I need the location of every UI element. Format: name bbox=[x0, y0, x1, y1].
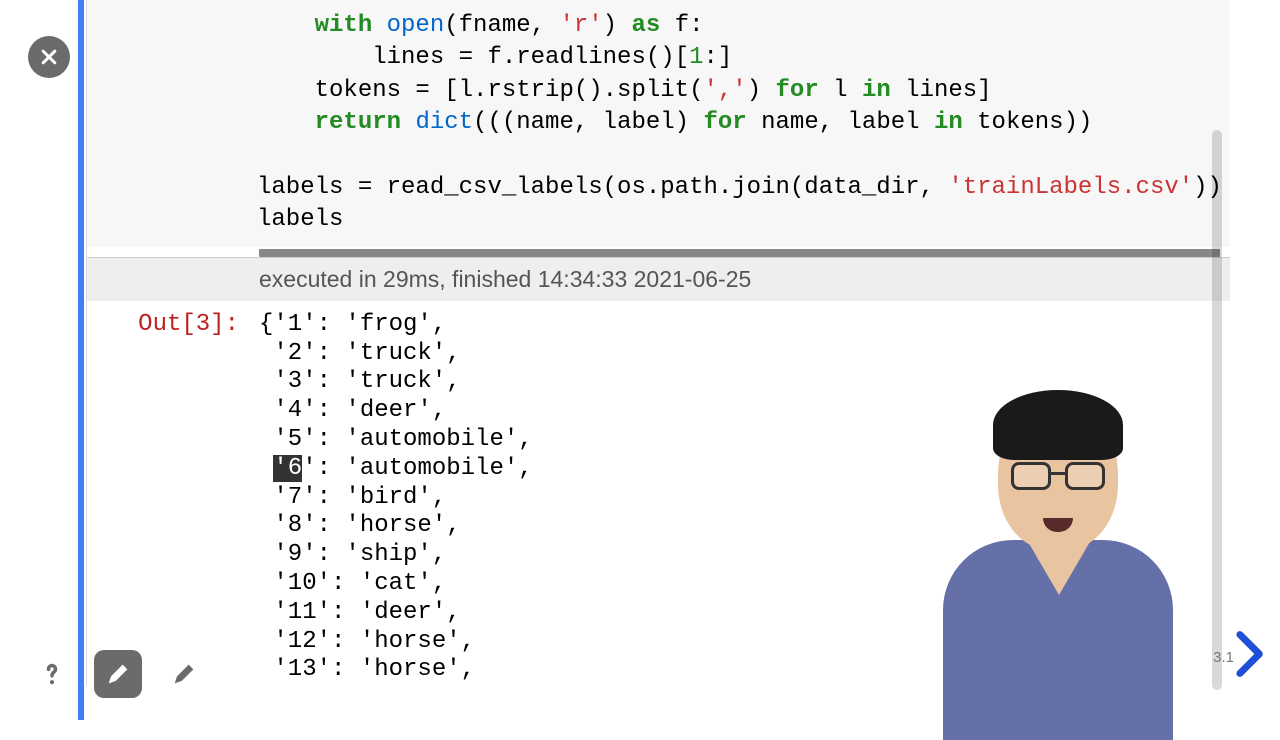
cell-selection-bar bbox=[78, 0, 84, 720]
question-icon bbox=[38, 660, 66, 688]
pencil-icon bbox=[104, 660, 132, 688]
close-button[interactable] bbox=[28, 36, 70, 78]
code-input[interactable]: with open(fname, 'r') as f: lines = f.re… bbox=[87, 0, 1230, 247]
edit-button[interactable] bbox=[94, 650, 142, 698]
chevron-right-icon bbox=[1234, 629, 1268, 679]
next-slide-button[interactable] bbox=[1234, 629, 1268, 684]
presenter-video bbox=[918, 380, 1198, 720]
output-content[interactable]: {'1': 'frog', '2': 'truck', '3': 'truck'… bbox=[259, 311, 533, 685]
close-icon bbox=[39, 47, 59, 67]
vertical-scrollbar-track[interactable] bbox=[1212, 130, 1222, 690]
page-number: 3.1 bbox=[1213, 649, 1234, 666]
annotate-button[interactable] bbox=[160, 650, 208, 698]
horizontal-scrollbar[interactable] bbox=[259, 249, 1220, 257]
pencil-outline-icon bbox=[170, 660, 198, 688]
help-button[interactable] bbox=[28, 650, 76, 698]
execution-status: executed in 29ms, finished 14:34:33 2021… bbox=[87, 257, 1230, 301]
output-prompt: Out[3]: bbox=[87, 311, 259, 685]
